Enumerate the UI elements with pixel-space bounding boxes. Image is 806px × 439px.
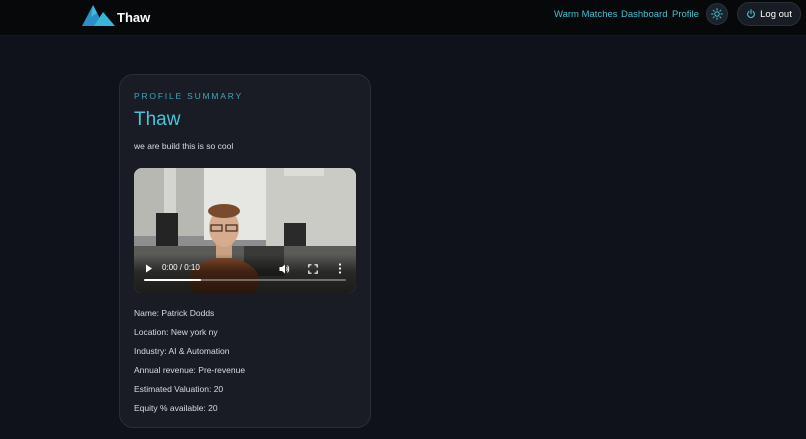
- mountain-logo-icon: [82, 5, 115, 26]
- video-controls: 0:00 / 0:10: [134, 254, 356, 293]
- play-icon[interactable]: [145, 264, 153, 273]
- fullscreen-icon[interactable]: [308, 264, 318, 274]
- profile-title: Thaw: [134, 109, 181, 130]
- volume-icon[interactable]: [279, 264, 290, 274]
- brand-logo[interactable]: Thaw: [82, 2, 150, 28]
- detail-industry: Industry: AI & Automation: [134, 346, 230, 356]
- top-navigation-bar: Thaw Warm Matches Dashboard Profile Log …: [0, 0, 806, 36]
- section-eyebrow: PROFILE SUMMARY: [134, 91, 244, 101]
- nav-profile[interactable]: Profile: [672, 9, 699, 20]
- detail-estimated-valuation: Estimated Valuation: 20: [134, 384, 224, 394]
- nav-warm-matches[interactable]: Warm Matches: [554, 9, 618, 20]
- nav-dashboard[interactable]: Dashboard: [621, 9, 667, 20]
- logout-button[interactable]: Log out: [737, 2, 801, 26]
- profile-summary-card: PROFILE SUMMARY Thaw we are build this i…: [119, 74, 371, 428]
- pitch-video-player[interactable]: 0:00 / 0:10: [134, 168, 356, 293]
- brand-name: Thaw: [117, 9, 151, 25]
- power-icon: [747, 9, 756, 19]
- detail-equity-available: Equity % available: 20: [134, 403, 218, 413]
- detail-name: Name: Patrick Dodds: [134, 308, 215, 318]
- detail-location: Location: New york ny: [134, 327, 218, 337]
- profile-description: we are build this is so cool: [134, 141, 234, 151]
- video-progress-fill: [144, 279, 201, 281]
- logout-label: Log out: [760, 8, 792, 20]
- theme-toggle-button[interactable]: [706, 3, 728, 25]
- video-timestamp: 0:00 / 0:10: [162, 263, 200, 272]
- detail-annual-revenue: Annual revenue: Pre-revenue: [134, 365, 246, 375]
- more-options-icon[interactable]: [338, 263, 342, 274]
- sun-icon: [711, 8, 723, 20]
